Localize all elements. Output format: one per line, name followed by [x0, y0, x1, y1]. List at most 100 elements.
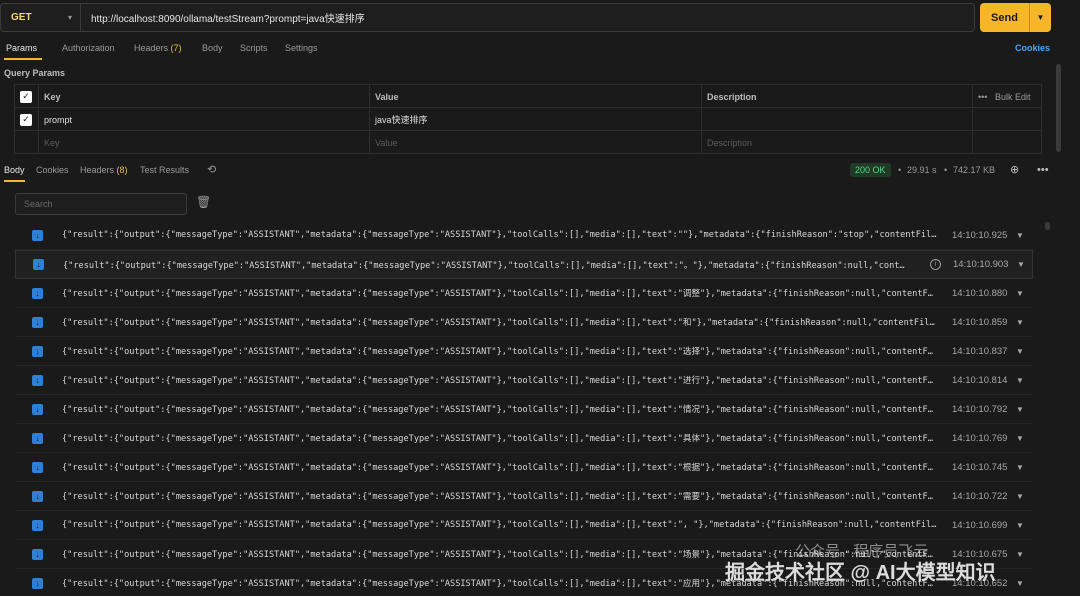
active-tab-indicator: [4, 58, 42, 60]
request-tabs: Params Authorization Headers (7) Body Sc…: [0, 43, 1080, 60]
chevron-down-icon[interactable]: ▼: [1016, 463, 1024, 472]
tab-test-results[interactable]: Test Results: [140, 165, 189, 175]
search-input[interactable]: Search: [15, 193, 187, 215]
tab-settings[interactable]: Settings: [285, 43, 318, 53]
param-enable-checkbox[interactable]: ✓: [20, 113, 32, 126]
request-scrollbar[interactable]: [1056, 64, 1061, 152]
history-icon[interactable]: ⟲: [207, 163, 216, 176]
param-value[interactable]: java快速排序: [370, 108, 702, 131]
message-text: {"result":{"output":{"messageType":"ASSI…: [62, 376, 937, 386]
watermark-line2: 掘金技术社区 @ AI大模型知识: [725, 562, 996, 584]
new-value-input[interactable]: Value: [370, 131, 702, 154]
chevron-down-icon[interactable]: ▼: [1016, 318, 1024, 327]
message-row[interactable]: ↓ {"result":{"output":{"messageType":"AS…: [15, 366, 1033, 395]
param-enable-cell: ✓: [15, 108, 39, 131]
arrow-down-icon: ↓: [32, 577, 43, 589]
chevron-down-icon[interactable]: ▼: [1016, 492, 1024, 501]
watermark: 公众号 · 程序员飞云 掘金技术社区 @ AI大模型知识: [725, 540, 1065, 586]
param-key[interactable]: prompt: [39, 108, 370, 131]
response-size[interactable]: 742.17 KB: [953, 165, 995, 175]
send-button[interactable]: Send: [980, 3, 1030, 32]
arrow-down-icon: ↓: [32, 374, 43, 386]
tab-params[interactable]: Params: [6, 43, 37, 53]
more-icon[interactable]: •••: [978, 92, 987, 102]
tab-headers[interactable]: Headers (7): [134, 43, 182, 53]
status-badge[interactable]: 200 OK: [850, 163, 891, 177]
chevron-down-icon[interactable]: ▼: [1016, 289, 1024, 298]
message-row[interactable]: ↓ {"result":{"output":{"messageType":"AS…: [15, 250, 1033, 279]
tab-response-cookies[interactable]: Cookies: [36, 165, 69, 175]
send-options-button[interactable]: ▼: [1030, 3, 1051, 32]
method-select[interactable]: GET ▾: [1, 4, 81, 31]
chevron-down-icon[interactable]: ▼: [1016, 347, 1024, 356]
message-row[interactable]: ↓ {"result":{"output":{"messageType":"AS…: [15, 482, 1033, 511]
bulk-edit-link[interactable]: Bulk Edit: [995, 92, 1031, 102]
col-key: Key: [39, 85, 370, 108]
trash-icon[interactable]: 🗑: [196, 195, 211, 209]
method-label: GET: [11, 12, 32, 23]
chevron-down-icon[interactable]: ▼: [1016, 434, 1024, 443]
message-text: {"result":{"output":{"messageType":"ASSI…: [62, 492, 937, 502]
arrow-down-icon: ↓: [32, 316, 43, 328]
chevron-down-icon[interactable]: ▼: [1017, 260, 1025, 269]
select-all-checkbox[interactable]: ✓: [20, 90, 32, 103]
select-all-cell: ✓: [15, 85, 39, 108]
tab-response-headers-count: (8): [116, 165, 128, 175]
message-text: {"result":{"output":{"messageType":"ASSI…: [62, 318, 937, 328]
message-row[interactable]: ↓ {"result":{"output":{"messageType":"AS…: [15, 337, 1033, 366]
url-bar: GET ▾ http://localhost:8090/ollama/testS…: [0, 3, 975, 32]
message-time: 14:10:10.925: [952, 229, 1008, 241]
chevron-down-icon[interactable]: ▼: [1016, 231, 1024, 240]
tab-headers-label: Headers: [134, 43, 169, 53]
message-row[interactable]: ↓ {"result":{"output":{"messageType":"AS…: [15, 424, 1033, 453]
tab-body[interactable]: Body: [202, 43, 223, 53]
url-input[interactable]: http://localhost:8090/ollama/testStream?…: [81, 10, 365, 25]
message-text: {"result":{"output":{"messageType":"ASSI…: [63, 260, 908, 271]
chevron-down-icon[interactable]: ▼: [1016, 405, 1024, 414]
dot-separator: •: [944, 165, 948, 175]
arrow-down-icon: ↓: [32, 287, 43, 299]
new-key-input[interactable]: Key: [39, 131, 370, 154]
message-time: 14:10:10.769: [952, 432, 1008, 444]
tab-response-headers[interactable]: Headers (8): [80, 165, 128, 175]
message-row[interactable]: ↓ {"result":{"output":{"messageType":"AS…: [15, 279, 1033, 308]
message-time: 14:10:10.699: [952, 519, 1008, 531]
message-row[interactable]: ↓ {"result":{"output":{"messageType":"AS…: [15, 308, 1033, 337]
tab-scripts[interactable]: Scripts: [240, 43, 268, 53]
globe-icon[interactable]: ⊕: [1010, 163, 1019, 176]
cookies-link[interactable]: Cookies: [1015, 43, 1050, 53]
response-scrollbar[interactable]: [1045, 222, 1050, 230]
message-row[interactable]: ↓ {"result":{"output":{"messageType":"AS…: [15, 453, 1033, 482]
params-header-row: ✓ Key Value Description ••• Bulk Edit: [15, 85, 1041, 108]
col-value: Value: [370, 85, 702, 108]
new-description-input[interactable]: Description: [702, 131, 973, 154]
bulk-edit-cell: ••• Bulk Edit: [973, 85, 1041, 108]
param-row: ✓ prompt java快速排序: [15, 108, 1041, 131]
send-button-group: Send ▼: [980, 3, 1051, 32]
arrow-down-icon: ↓: [32, 403, 43, 415]
tab-authorization[interactable]: Authorization: [62, 43, 115, 53]
message-row[interactable]: ↓ {"result":{"output":{"messageType":"AS…: [15, 511, 1033, 540]
arrow-down-icon: ↓: [32, 345, 43, 357]
message-row[interactable]: ↓ {"result":{"output":{"messageType":"AS…: [15, 221, 1033, 250]
new-row-spacer: [15, 131, 39, 154]
params-table: ✓ Key Value Description ••• Bulk Edit ✓ …: [14, 84, 1042, 154]
message-text: {"result":{"output":{"messageType":"ASSI…: [62, 347, 937, 357]
info-icon[interactable]: i: [930, 259, 941, 270]
more-icon[interactable]: •••: [1037, 164, 1049, 176]
arrow-down-icon: ↓: [32, 548, 43, 560]
message-row[interactable]: ↓ {"result":{"output":{"messageType":"AS…: [15, 395, 1033, 424]
response-time[interactable]: 29.91 s: [907, 165, 937, 175]
tab-response-body[interactable]: Body: [4, 165, 25, 175]
param-description[interactable]: [702, 108, 973, 131]
message-text: {"result":{"output":{"messageType":"ASSI…: [62, 405, 937, 415]
query-params-title: Query Params: [4, 68, 66, 78]
message-text: {"result":{"output":{"messageType":"ASSI…: [62, 463, 937, 473]
message-time: 14:10:10.814: [952, 374, 1008, 386]
arrow-down-icon: ↓: [32, 229, 43, 241]
arrow-down-icon: ↓: [33, 259, 44, 270]
message-time: 14:10:10.880: [952, 287, 1008, 299]
chevron-down-icon[interactable]: ▼: [1016, 376, 1024, 385]
arrow-down-icon: ↓: [32, 432, 43, 444]
chevron-down-icon[interactable]: ▼: [1016, 521, 1024, 530]
